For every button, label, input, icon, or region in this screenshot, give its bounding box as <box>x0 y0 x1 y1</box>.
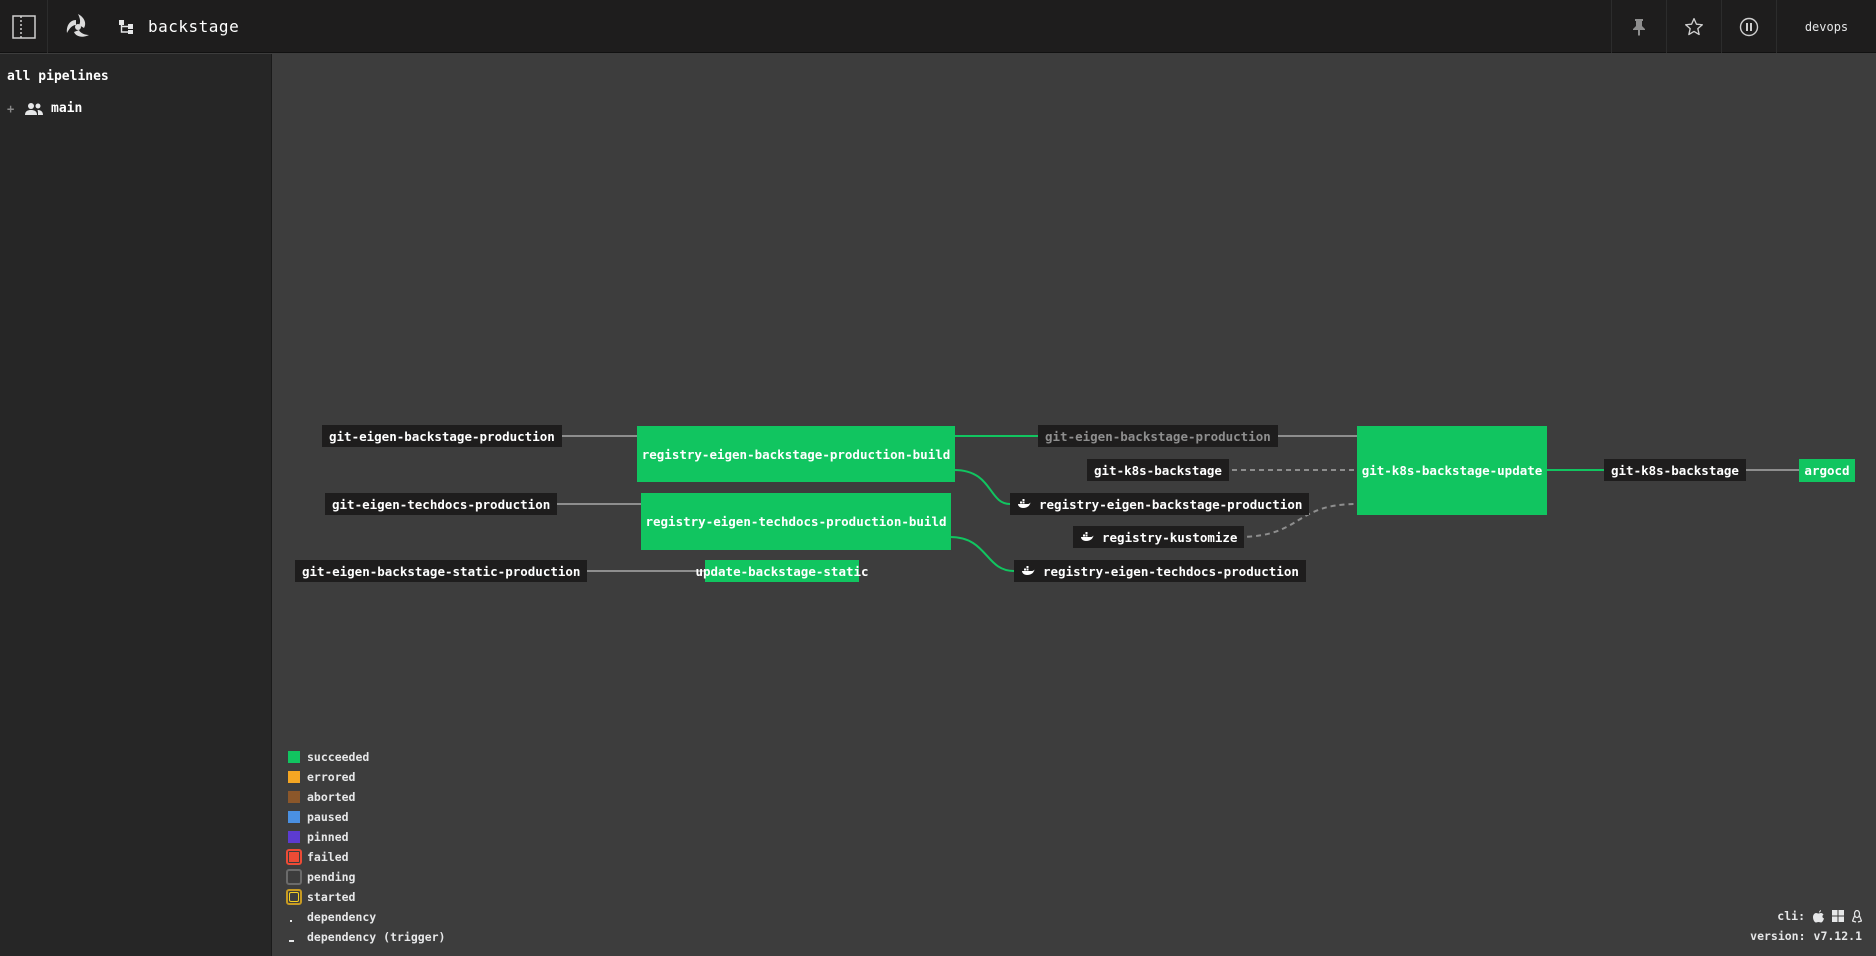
job-registry-eigen-backstage-production-build[interactable]: registry-eigen-backstage-production-buil… <box>637 426 955 482</box>
pipeline-icon <box>119 19 133 34</box>
resource-git-eigen-backstage-production[interactable]: git-eigen-backstage-production <box>322 425 562 447</box>
resource-registry-eigen-techdocs-production[interactable]: registry-eigen-techdocs-production <box>1014 560 1306 582</box>
docker-icon <box>1081 532 1094 541</box>
failed-swatch <box>286 849 302 865</box>
paused-swatch <box>288 811 300 823</box>
docker-icon <box>1018 499 1031 508</box>
legend-label: dependency <box>307 910 377 924</box>
sidebar: all pipelines + main <box>0 54 272 956</box>
edge-output <box>953 469 1011 505</box>
cli-info: cli: version: v7.12.1 <box>1750 906 1862 946</box>
legend-item-succeeded: succeeded <box>288 747 445 767</box>
user-menu[interactable]: devops <box>1776 0 1876 53</box>
legend-item-dependency: dependency <box>288 907 445 927</box>
job-git-k8s-backstage-update[interactable]: git-k8s-backstage-update <box>1357 426 1547 515</box>
legend-label: errored <box>307 770 356 784</box>
sidebar-toggle-button[interactable] <box>0 0 48 53</box>
expand-icon[interactable]: + <box>7 102 17 116</box>
pinned-swatch <box>288 831 300 843</box>
legend-label: pinned <box>307 830 349 844</box>
legend-label: failed <box>307 850 349 864</box>
legend-item-started: started <box>286 887 445 907</box>
sidebar-toggle-icon <box>11 14 36 39</box>
legend-item-pinned: pinned <box>288 827 445 847</box>
legend-label: aborted <box>307 790 356 804</box>
legend: succeeded errored aborted paused pinned … <box>286 747 445 947</box>
apple-icon[interactable] <box>1813 909 1824 923</box>
edge-output <box>949 536 1015 572</box>
cli-downloads: cli: <box>1750 906 1862 926</box>
windows-icon[interactable] <box>1832 910 1844 922</box>
pause-pipeline-button[interactable] <box>1721 0 1775 53</box>
favorite-button[interactable] <box>1666 0 1720 53</box>
job-update-backstage-static[interactable]: update-backstage-static <box>695 560 869 582</box>
legend-label: paused <box>307 810 349 824</box>
legend-item-failed: failed <box>286 847 445 867</box>
pipeline-name: backstage <box>148 17 240 36</box>
succeeded-swatch <box>288 751 300 763</box>
resource-git-eigen-backstage-production-passive[interactable]: git-eigen-backstage-production <box>1038 425 1278 447</box>
pending-swatch <box>286 869 302 885</box>
legend-label: pending <box>307 870 356 884</box>
version-row: version: v7.12.1 <box>1750 926 1862 946</box>
pause-icon <box>1739 17 1758 36</box>
resource-label: registry-eigen-techdocs-production <box>1043 563 1299 579</box>
docker-icon <box>1022 566 1035 575</box>
aborted-swatch <box>288 791 300 803</box>
resource-git-eigen-backstage-static-production[interactable]: git-eigen-backstage-static-production <box>295 560 588 582</box>
version-value: v7.12.1 <box>1813 929 1862 943</box>
team-icon <box>25 102 43 115</box>
job-registry-eigen-techdocs-production-build[interactable]: registry-eigen-techdocs-production-build <box>641 493 951 550</box>
concourse-logo[interactable] <box>56 0 100 53</box>
resource-git-k8s-backstage-output[interactable]: git-k8s-backstage <box>1604 459 1746 481</box>
job-argocd[interactable]: argocd <box>1799 459 1855 482</box>
legend-item-errored: errored <box>288 767 445 787</box>
dependency-swatch <box>288 911 300 923</box>
legend-item-pending: pending <box>286 867 445 887</box>
team-name: main <box>51 101 83 116</box>
legend-item-aborted: aborted <box>288 787 445 807</box>
top-bar: backstage devops <box>0 0 1876 53</box>
legend-label: succeeded <box>307 750 370 764</box>
linux-icon[interactable] <box>1852 909 1862 923</box>
legend-label: started <box>307 890 356 904</box>
cli-label: cli: <box>1777 909 1805 923</box>
resource-git-k8s-backstage[interactable]: git-k8s-backstage <box>1087 459 1229 481</box>
version-label: version: <box>1750 929 1806 943</box>
dependency-trigger-swatch <box>288 931 300 943</box>
errored-swatch <box>288 771 300 783</box>
legend-item-paused: paused <box>288 807 445 827</box>
resource-registry-kustomize[interactable]: registry-kustomize <box>1073 526 1245 548</box>
concourse-logo-icon <box>66 13 89 37</box>
pin-icon <box>1632 18 1645 36</box>
pipeline-graph: git-eigen-backstage-production git-eigen… <box>273 54 1876 956</box>
pin-button[interactable] <box>1611 0 1665 53</box>
legend-item-dependency-trigger: dependency (trigger) <box>288 927 445 947</box>
pipeline-breadcrumb[interactable]: backstage <box>118 0 318 53</box>
resource-label: registry-kustomize <box>1102 529 1238 545</box>
resource-label: registry-eigen-backstage-production <box>1039 496 1303 512</box>
resource-registry-eigen-backstage-production[interactable]: registry-eigen-backstage-production <box>1010 493 1310 515</box>
resource-git-eigen-techdocs-production[interactable]: git-eigen-techdocs-production <box>325 493 558 515</box>
all-pipelines-link[interactable]: all pipelines <box>7 69 109 84</box>
started-swatch <box>286 889 302 905</box>
sidebar-team-main[interactable]: + main <box>7 101 82 116</box>
star-icon <box>1684 17 1703 35</box>
legend-label: dependency (trigger) <box>307 930 446 944</box>
